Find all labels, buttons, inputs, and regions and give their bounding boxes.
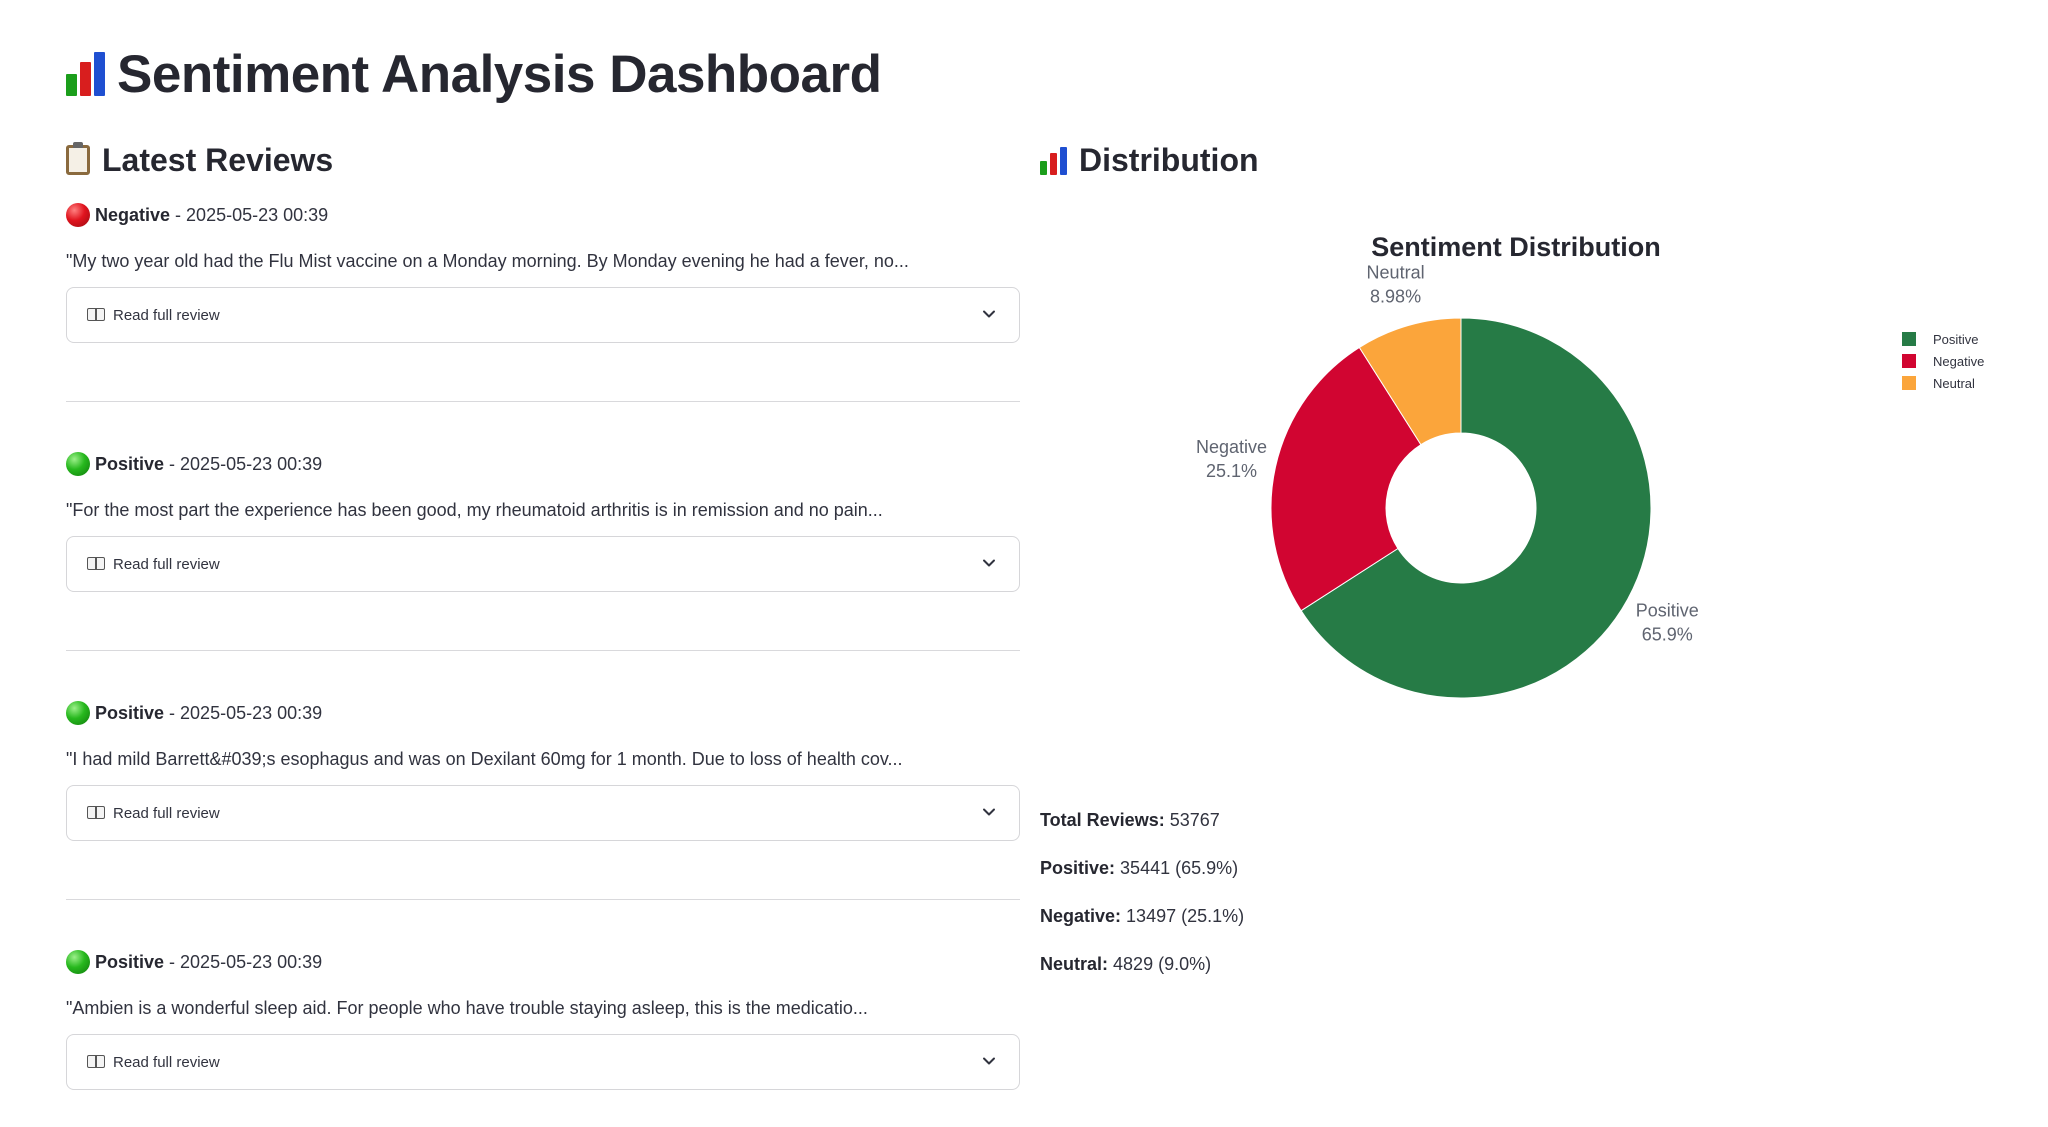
expander-label: Read full review [113, 1053, 220, 1071]
legend-swatch [1902, 332, 1916, 346]
page-title-text: Sentiment Analysis Dashboard [117, 45, 882, 104]
legend-label: Positive [1933, 331, 1979, 347]
review-sentiment: Negative [95, 204, 171, 225]
divider [66, 899, 1020, 900]
review-meta: Positive - 2025-05-23 00:39 [66, 701, 322, 725]
stat-positive-label: Positive: [1040, 858, 1116, 878]
review-date: 2025-05-23 00:39 [180, 951, 323, 972]
distribution-heading: Distribution [1040, 142, 1259, 179]
legend-swatch [1902, 376, 1916, 390]
review-meta: Negative - 2025-05-23 00:39 [66, 203, 328, 227]
bar-chart-icon [1040, 147, 1067, 175]
distribution-title: Distribution [1079, 142, 1259, 178]
stat-neutral-value: 4829 (9.0%) [1113, 954, 1212, 974]
open-book-icon [87, 1055, 107, 1069]
clipboard-icon [66, 142, 90, 175]
dashboard-page: Sentiment Analysis Dashboard Latest Revi… [0, 0, 2048, 1127]
review-date: 2025-05-23 00:39 [180, 453, 323, 474]
expander-label: Read full review [113, 555, 220, 573]
review-excerpt: "My two year old had the Flu Mist vaccin… [66, 251, 909, 271]
chevron-down-icon [983, 808, 995, 816]
latest-reviews-title: Latest Reviews [102, 142, 334, 178]
legend-swatch [1902, 354, 1916, 368]
green-circle-icon [66, 452, 90, 476]
expander-label: Read full review [113, 804, 220, 822]
read-full-review-expander[interactable]: Read full review [66, 536, 1020, 592]
red-circle-icon [66, 203, 90, 227]
stat-positive-value: 35441 (65.9%) [1120, 858, 1239, 878]
chart-legend: Positive Negative Neutral [1902, 328, 1984, 394]
legend-item-negative[interactable]: Negative [1902, 350, 1984, 372]
open-book-icon [87, 308, 107, 322]
review-sentiment: Positive [95, 702, 165, 723]
stat-negative: Negative: 13497 (25.1%) [1040, 904, 1244, 952]
bar-chart-icon [66, 52, 105, 96]
legend-label: Negative [1933, 353, 1985, 369]
page-title: Sentiment Analysis Dashboard [66, 44, 882, 105]
review-date: 2025-05-23 00:39 [180, 702, 323, 723]
stat-total-label: Total Reviews: [1040, 810, 1165, 830]
stat-positive: Positive: 35441 (65.9%) [1040, 856, 1244, 904]
slice-label-positive: Positive 65.9% [1636, 601, 1699, 645]
review-date: 2025-05-23 00:39 [186, 204, 329, 225]
donut-chart: Positive 65.9% Negative 25.1% Neutral 8.98% [1196, 262, 1699, 699]
review-sentiment: Positive [95, 951, 165, 972]
sentiment-chart: Sentiment Distribution Positive 65.9% Nega… [1040, 210, 2020, 730]
stat-total: Total Reviews: 53767 [1040, 808, 1244, 856]
read-full-review-expander[interactable]: Read full review [66, 1034, 1020, 1090]
stat-neutral: Neutral: 4829 (9.0%) [1040, 952, 1244, 1000]
green-circle-icon [66, 950, 90, 974]
review-excerpt: "I had mild Barrett&#039;s esophagus and… [66, 749, 903, 769]
read-full-review-expander[interactable]: Read full review [66, 287, 1020, 343]
expander-label: Read full review [113, 306, 220, 324]
chevron-down-icon [983, 310, 995, 318]
review-excerpt: "Ambien is a wonderful sleep aid. For pe… [66, 998, 868, 1018]
legend-item-positive[interactable]: Positive [1902, 328, 1984, 350]
slice-label-negative: Negative 25.1% [1196, 437, 1267, 481]
divider [66, 401, 1020, 402]
stat-negative-value: 13497 (25.1%) [1126, 906, 1245, 926]
green-circle-icon [66, 701, 90, 725]
review-meta: Positive - 2025-05-23 00:39 [66, 452, 322, 476]
latest-reviews-heading: Latest Reviews [66, 142, 333, 179]
legend-label: Neutral [1933, 375, 1975, 391]
stat-negative-label: Negative: [1040, 906, 1122, 926]
stat-neutral-label: Neutral: [1040, 954, 1109, 974]
review-meta: Positive - 2025-05-23 00:39 [66, 950, 322, 974]
open-book-icon [87, 557, 107, 571]
summary-stats: Total Reviews: 53767 Positive: 35441 (65… [1040, 808, 1244, 1000]
review-sentiment: Positive [95, 453, 165, 474]
chevron-down-icon [983, 1057, 995, 1065]
open-book-icon [87, 806, 107, 820]
chevron-down-icon [983, 559, 995, 567]
read-full-review-expander[interactable]: Read full review [66, 785, 1020, 841]
slice-label-neutral: Neutral 8.98% [1367, 262, 1425, 306]
stat-total-value: 53767 [1169, 810, 1220, 830]
legend-item-neutral[interactable]: Neutral [1902, 372, 1984, 394]
review-excerpt: "For the most part the experience has be… [66, 500, 883, 520]
divider [66, 650, 1020, 651]
